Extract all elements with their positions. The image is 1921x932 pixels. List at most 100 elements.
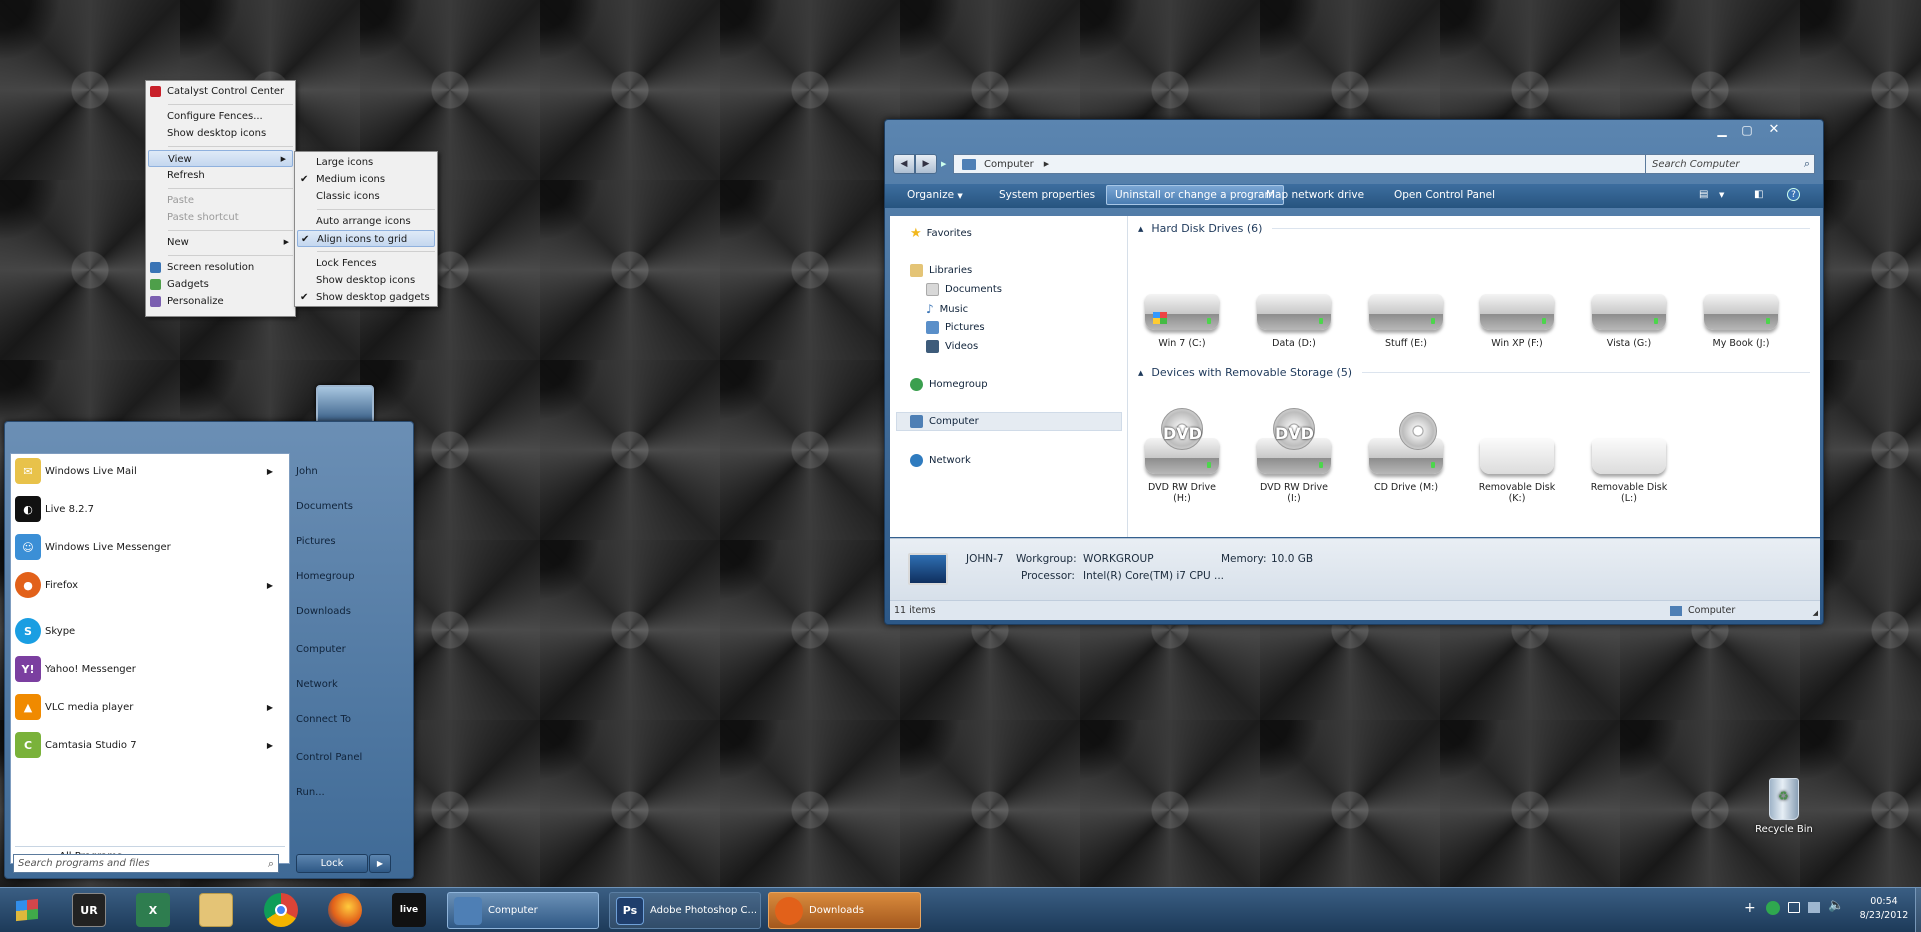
start-search-box[interactable]: Search programs and files ⌕ <box>13 854 279 873</box>
live-icon[interactable]: live <box>392 893 426 927</box>
menu-item-new[interactable]: New ▶ <box>146 234 295 251</box>
recent-pages-button[interactable]: ▶ <box>941 160 946 168</box>
view-dropdown-icon[interactable]: ▼ <box>1711 184 1732 206</box>
tray-network-icon[interactable] <box>1808 902 1820 913</box>
program-item-windows-live-messenger[interactable]: ☺ Windows Live Messenger <box>11 532 289 562</box>
map-network-drive-button[interactable]: Map network drive <box>1258 184 1372 206</box>
taskbar-computer-window[interactable]: Computer <box>447 892 599 929</box>
explorer-icon[interactable] <box>199 893 233 927</box>
program-item-live[interactable]: ◐ Live 8.2.7 <box>11 494 289 524</box>
nav-music[interactable]: ♪ Music <box>926 302 968 316</box>
drive-i[interactable]: DVD DVD RW Drive (I:) <box>1252 408 1336 504</box>
open-control-panel-button[interactable]: Open Control Panel <box>1386 184 1503 206</box>
menu-item-lock-fences[interactable]: Lock Fences <box>295 255 437 272</box>
address-bar[interactable]: Computer ▶ ▼ ▶ <box>953 154 1701 174</box>
menu-item-paste-shortcut[interactable]: Paste shortcut <box>146 209 295 226</box>
menu-item-show-desktop-gadgets[interactable]: ✔ Show desktop gadgets <box>295 289 437 306</box>
nav-homegroup[interactable]: Homegroup <box>910 378 988 391</box>
drive-f[interactable]: Win XP (F:) <box>1475 294 1559 349</box>
tray-power-icon[interactable] <box>1788 902 1800 913</box>
show-hidden-icons-button[interactable]: + <box>1744 900 1756 916</box>
menu-item-refresh[interactable]: Refresh <box>146 167 295 184</box>
drive-l[interactable]: Removable Disk (L:) <box>1587 438 1671 504</box>
drive-c[interactable]: Win 7 (C:) <box>1140 294 1224 349</box>
removable-group-header[interactable]: ▲ Devices with Removable Storage (5) <box>1138 366 1810 379</box>
nav-libraries[interactable]: Libraries <box>910 264 972 277</box>
right-item-run[interactable]: Run... <box>296 787 325 798</box>
tray-network-status-icon[interactable] <box>1766 901 1780 915</box>
maximize-button[interactable]: ▢ <box>1736 123 1758 139</box>
firefox-icon[interactable] <box>328 893 362 927</box>
close-button[interactable]: ✕ <box>1761 122 1787 138</box>
program-item-camtasia[interactable]: C Camtasia Studio 7 ▶ <box>11 730 289 760</box>
menu-item-configure-fences[interactable]: Configure Fences... <box>146 108 295 125</box>
menu-item-paste[interactable]: Paste <box>146 192 295 209</box>
hard-drive-icon <box>1704 294 1778 330</box>
taskbar-photoshop-window[interactable]: Ps Adobe Photoshop C... <box>609 892 761 929</box>
menu-item-catalyst[interactable]: Catalyst Control Center <box>146 83 295 100</box>
nav-computer[interactable]: Computer <box>910 415 979 428</box>
lock-button[interactable]: Lock <box>296 854 368 873</box>
menu-item-align-to-grid[interactable]: ✔ Align icons to grid <box>297 230 435 247</box>
right-item-downloads[interactable]: Downloads <box>296 606 351 617</box>
menu-item-gadgets[interactable]: Gadgets <box>146 276 295 293</box>
preview-pane-icon[interactable]: ◧ <box>1746 184 1771 206</box>
nav-network[interactable]: Network <box>910 454 971 467</box>
excel-icon[interactable]: X <box>136 893 170 927</box>
menu-item-personalize[interactable]: Personalize <box>146 293 295 310</box>
menu-item-classic-icons[interactable]: Classic icons <box>295 188 437 205</box>
personalize-icon <box>150 296 161 307</box>
hdd-group-header[interactable]: ▲ Hard Disk Drives (6) <box>1138 222 1810 235</box>
minimize-button[interactable]: ▁ <box>1711 123 1733 139</box>
menu-item-screen-resolution[interactable]: Screen resolution <box>146 259 295 276</box>
drive-m[interactable]: CD Drive (M:) <box>1364 412 1448 493</box>
search-computer-input[interactable]: Search Computer ⌕ <box>1645 154 1815 174</box>
menu-item-medium-icons[interactable]: ✔ Medium icons <box>295 171 437 188</box>
program-item-yahoo-messenger[interactable]: Y! Yahoo! Messenger <box>11 654 289 684</box>
drive-k[interactable]: Removable Disk (K:) <box>1475 438 1559 504</box>
right-item-computer[interactable]: Computer <box>296 644 346 655</box>
computer-large-icon <box>908 553 948 585</box>
back-button[interactable]: ◀ <box>893 154 915 174</box>
system-properties-button[interactable]: System properties <box>991 184 1103 206</box>
nav-documents[interactable]: Documents <box>926 283 1002 296</box>
windows-start-icon[interactable] <box>10 893 44 927</box>
right-item-john[interactable]: John <box>296 466 318 477</box>
shutdown-options-button[interactable]: ▶ <box>369 854 391 873</box>
nav-favorites[interactable]: ★ Favorites <box>910 226 972 241</box>
drive-g[interactable]: Vista (G:) <box>1587 294 1671 349</box>
ur-icon[interactable]: UR <box>72 893 106 927</box>
drive-d[interactable]: Data (D:) <box>1252 294 1336 349</box>
program-item-firefox[interactable]: ● Firefox ▶ <box>11 570 289 600</box>
show-desktop-button[interactable] <box>1915 888 1921 932</box>
organize-button[interactable]: Organize ▼ <box>899 184 971 206</box>
menu-item-auto-arrange[interactable]: Auto arrange icons <box>295 213 437 230</box>
drive-h[interactable]: DVD DVD RW Drive (H:) <box>1140 408 1224 504</box>
menu-item-show-desktop-icons[interactable]: Show desktop icons <box>146 125 295 142</box>
drive-e[interactable]: Stuff (E:) <box>1364 294 1448 349</box>
right-item-control-panel[interactable]: Control Panel <box>296 752 362 763</box>
drive-j[interactable]: My Book (J:) <box>1699 294 1783 349</box>
chrome-icon[interactable] <box>264 893 298 927</box>
right-item-pictures[interactable]: Pictures <box>296 536 336 547</box>
help-icon[interactable]: ? <box>1779 184 1808 206</box>
nav-pictures[interactable]: Pictures <box>926 321 985 334</box>
recycle-bin[interactable]: ♻ Recycle Bin <box>1744 778 1824 835</box>
right-item-homegroup[interactable]: Homegroup <box>296 571 355 582</box>
clock[interactable]: 00:54 8/23/2012 <box>1855 895 1913 923</box>
right-item-documents[interactable]: Documents <box>296 501 353 512</box>
menu-item-large-icons[interactable]: Large icons <box>295 154 437 171</box>
taskbar-downloads-window[interactable]: Downloads <box>768 892 921 929</box>
forward-button[interactable]: ▶ <box>915 154 937 174</box>
desktop-context-menu: Catalyst Control Center Configure Fences… <box>145 80 296 317</box>
menu-item-view[interactable]: View ▶ <box>148 150 293 167</box>
program-item-vlc[interactable]: ▲ VLC media player ▶ <box>11 692 289 722</box>
right-item-network[interactable]: Network <box>296 679 338 690</box>
tray-volume-icon[interactable]: 🔈 <box>1828 898 1844 913</box>
menu-item-show-desktop-icons-sub[interactable]: Show desktop icons <box>295 272 437 289</box>
resize-grip-icon[interactable]: ◢ <box>1813 609 1818 617</box>
right-item-connect-to[interactable]: Connect To <box>296 714 351 725</box>
program-item-skype[interactable]: S Skype <box>11 616 289 646</box>
nav-videos[interactable]: Videos <box>926 340 978 353</box>
program-item-windows-live-mail[interactable]: ✉ Windows Live Mail ▶ <box>11 456 289 486</box>
